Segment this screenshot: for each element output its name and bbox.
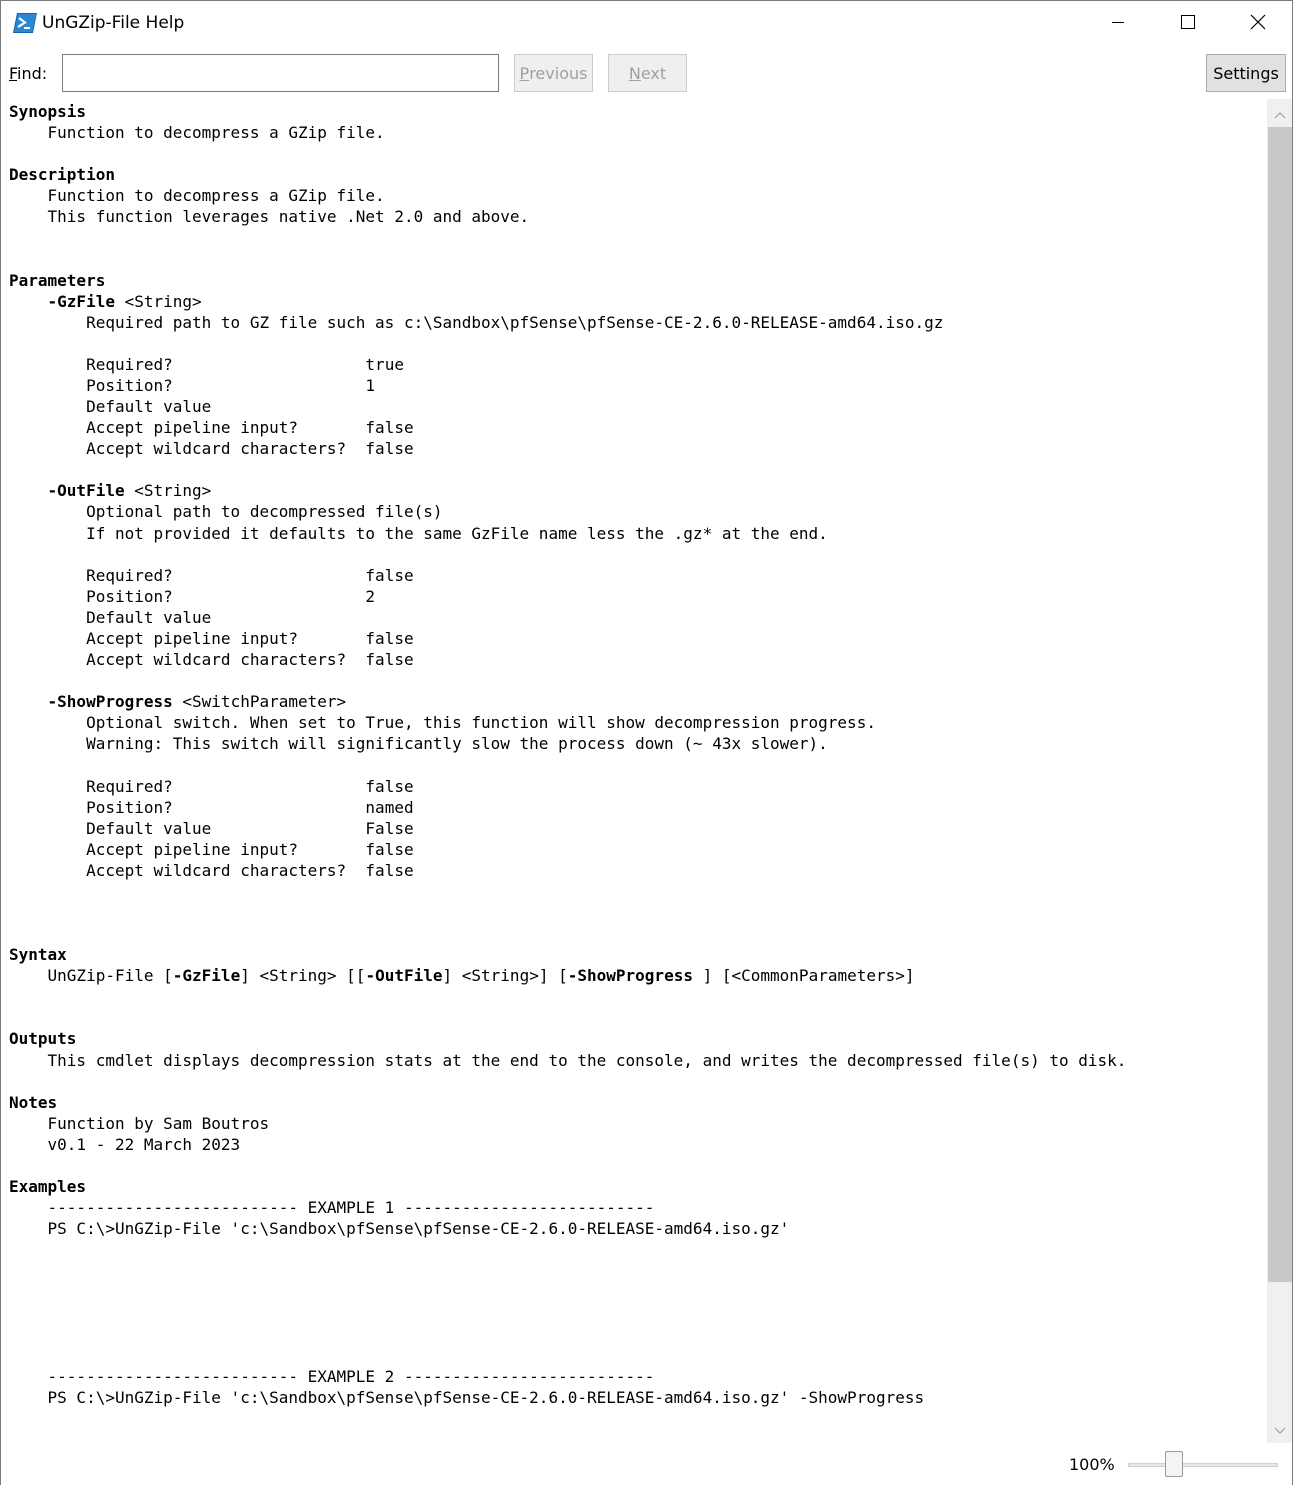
chevron-up-icon bbox=[1274, 104, 1286, 123]
notes-line: v0.1 - 22 March 2023 bbox=[9, 1134, 241, 1154]
parameter-attribute: Accept wildcard characters? false bbox=[9, 439, 414, 459]
minimize-button[interactable] bbox=[1083, 1, 1153, 47]
parameter-name: -ShowProgress <SwitchParameter> bbox=[47, 692, 347, 712]
close-icon bbox=[1249, 13, 1267, 35]
section-heading: Notes bbox=[9, 1092, 58, 1112]
parameter-attribute: Position? 1 bbox=[9, 376, 376, 396]
example-header: -------------------------- EXAMPLE 1 ---… bbox=[9, 1198, 655, 1218]
parameter-description: Warning: This switch will significantly … bbox=[9, 734, 828, 754]
parameter-name: -OutFile <String> bbox=[47, 481, 212, 501]
help-content[interactable]: Synopsis Function to decompress a GZip f… bbox=[1, 99, 1266, 1443]
parameter-attribute: Accept wildcard characters? false bbox=[9, 860, 414, 880]
scrollbar-thumb[interactable] bbox=[1268, 127, 1292, 1282]
parameter-description: If not provided it defaults to the same … bbox=[9, 523, 828, 543]
parameter-attribute: Required? true bbox=[9, 354, 404, 374]
section-heading: Outputs bbox=[9, 1029, 77, 1049]
parameter-attribute: Accept wildcard characters? false bbox=[9, 650, 414, 670]
section-heading: Synopsis bbox=[9, 102, 87, 121]
vertical-scrollbar[interactable] bbox=[1267, 99, 1292, 1443]
title-bar[interactable]: UnGZip-File Help bbox=[1, 1, 1292, 47]
next-button[interactable]: Next bbox=[608, 54, 687, 92]
parameter-attribute: Required? false bbox=[9, 776, 414, 796]
parameter-attribute: Default value bbox=[9, 397, 212, 417]
parameter-description: Optional path to decompressed file(s) bbox=[9, 502, 443, 522]
previous-button[interactable]: Previous bbox=[514, 54, 593, 92]
close-button[interactable] bbox=[1223, 1, 1293, 47]
scroll-up-button[interactable] bbox=[1267, 99, 1292, 127]
maximize-button[interactable] bbox=[1153, 1, 1223, 47]
parameter-attribute: Required? false bbox=[9, 565, 414, 585]
chevron-down-icon bbox=[1274, 1420, 1286, 1439]
description-line: This function leverages native .Net 2.0 … bbox=[9, 207, 530, 227]
minimize-icon bbox=[1110, 14, 1126, 34]
parameter-attribute: Accept pipeline input? false bbox=[9, 839, 414, 859]
find-bar: Find: Previous Next Settings bbox=[1, 47, 1292, 99]
find-input[interactable] bbox=[62, 54, 499, 92]
example-command: PS C:\>UnGZip-File 'c:\Sandbox\pfSense\p… bbox=[9, 1387, 925, 1407]
example-command: PS C:\>UnGZip-File 'c:\Sandbox\pfSense\p… bbox=[9, 1219, 790, 1239]
zoom-level: 100% bbox=[1069, 1455, 1115, 1474]
parameter-description: Optional switch. When set to True, this … bbox=[9, 713, 876, 733]
parameter-attribute: Position? 2 bbox=[9, 586, 376, 606]
parameter-attribute: Accept pipeline input? false bbox=[9, 418, 414, 438]
section-heading: Description bbox=[9, 165, 115, 185]
outputs-text: This cmdlet displays decompression stats… bbox=[9, 1050, 1127, 1070]
parameter-attribute: Position? named bbox=[9, 797, 414, 817]
example-header: -------------------------- EXAMPLE 2 ---… bbox=[9, 1366, 655, 1386]
parameter-attribute: Default value bbox=[9, 607, 212, 627]
parameter-attribute: Default value False bbox=[9, 818, 414, 838]
parameter-name: -GzFile <String> bbox=[47, 291, 202, 311]
status-bar: 100% bbox=[1, 1443, 1292, 1485]
description-line: Function to decompress a GZip file. bbox=[9, 186, 385, 206]
zoom-slider-thumb[interactable] bbox=[1165, 1451, 1183, 1477]
settings-button[interactable]: Settings bbox=[1206, 54, 1286, 92]
parameter-attribute: Accept pipeline input? false bbox=[9, 628, 414, 648]
section-heading: Parameters bbox=[9, 270, 106, 290]
find-label: Find: bbox=[9, 64, 48, 83]
help-text: Synopsis Function to decompress a GZip f… bbox=[1, 99, 1266, 1408]
help-window: UnGZip-File Help Find: Previous Next Set… bbox=[0, 0, 1293, 1485]
parameter-description: Required path to GZ file such as c:\Sand… bbox=[9, 312, 944, 332]
syntax-line: UnGZip-File [-GzFile] <String> [[-OutFil… bbox=[9, 966, 915, 986]
maximize-icon bbox=[1180, 14, 1196, 34]
zoom-slider-track[interactable] bbox=[1128, 1463, 1278, 1467]
section-heading: Examples bbox=[9, 1176, 87, 1196]
powershell-icon bbox=[13, 12, 37, 34]
scroll-down-button[interactable] bbox=[1267, 1415, 1292, 1443]
section-heading: Syntax bbox=[9, 945, 67, 965]
notes-line: Function by Sam Boutros bbox=[9, 1113, 270, 1133]
synopsis-text: Function to decompress a GZip file. bbox=[9, 123, 385, 143]
window-title: UnGZip-File Help bbox=[42, 13, 185, 33]
